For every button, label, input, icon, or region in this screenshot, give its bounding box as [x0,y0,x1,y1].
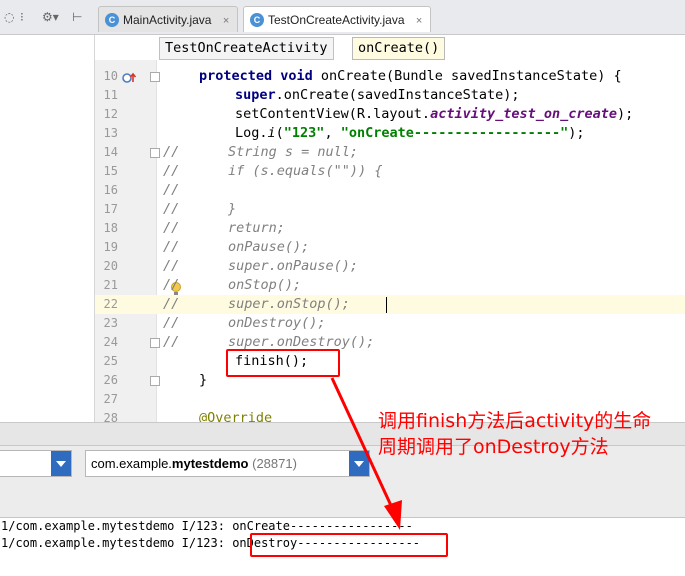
line-number: 23 [103,316,118,330]
close-icon[interactable]: × [223,15,229,27]
line-number: 20 [103,259,118,273]
breadcrumb-class[interactable]: TestOnCreateActivity [159,37,334,60]
override-icon[interactable] [122,72,138,84]
hide-icon[interactable]: ⊢ [72,9,82,25]
text-cursor [386,297,387,313]
annotation-line-1: 调用finish方法后activity的生命 [378,410,652,432]
fold-icon[interactable] [150,148,160,158]
code-line-12: setContentView(R.layout.activity_test_on… [235,106,634,122]
code-line-14: // String s = null; [163,144,359,160]
tab-label: MainActivity.java [123,13,212,27]
line-number: 14 [103,145,118,159]
close-icon[interactable]: × [416,15,422,27]
settings-icon[interactable]: ⚙▾ [42,9,59,25]
line-number: 21 [103,278,118,292]
line-number: 22 [103,297,118,311]
line-number: 27 [103,392,118,406]
line-number: 25 [103,354,118,368]
chevron-down-icon[interactable] [51,451,71,476]
code-line-26: } [199,372,208,388]
code-line-23: // onDestroy(); [163,315,326,331]
code-line-20: // super.onPause(); [163,258,359,274]
code-line-17: // } [163,201,237,217]
line-number: 26 [103,373,118,387]
line-number: 15 [103,164,118,178]
tab-test-on-create-activity[interactable]: C TestOnCreateActivity.java × [243,6,432,32]
chevron-down-icon[interactable] [349,451,369,476]
project-toolbar: ◌ ⁝ ⚙▾ ⊢ [0,0,95,35]
code-line-18: // return; [163,220,285,236]
code-line-19: // onPause(); [163,239,310,255]
tab-label: TestOnCreateActivity.java [268,13,405,27]
finish-highlight-box [226,349,340,377]
code-line-10: protected void onCreate(Bundle savedInst… [199,68,622,84]
class-icon: C [250,13,264,27]
line-number: 18 [103,221,118,235]
process-select[interactable]: com.example.mytestdemo (28871) [85,450,370,477]
sync-icon[interactable]: ◌ [4,9,14,25]
ondestroy-highlight-box [250,533,448,557]
line-number: 11 [103,88,118,102]
line-number: 13 [103,126,118,140]
line-number: 16 [103,183,118,197]
line-number: 24 [103,335,118,349]
code-line-15: // if (s.equals("")) { [163,163,383,179]
line-number: 19 [103,240,118,254]
code-line-22: // super.onStop(); [163,296,350,312]
device-select[interactable] [0,450,72,477]
tab-main-activity[interactable]: C MainActivity.java × [98,6,239,32]
code-line-16: // [163,182,180,198]
line-number: 12 [103,107,118,121]
annotation-line-2: 周期调用了onDestroy方法 [378,436,609,458]
code-line-13: Log.i("123", "onCreate------------------… [235,125,585,141]
collapse-icon[interactable]: ⁝ [20,9,24,25]
project-panel [0,35,95,422]
line-number: 17 [103,202,118,216]
line-number: 10 [103,69,118,83]
code-line-21: // onStop(); [163,277,302,293]
annotation-note: 调用finish方法后activity的生命 周期调用了onDestroy方法 [378,408,683,460]
fold-icon[interactable] [150,376,160,386]
process-pid: (28871) [252,456,297,471]
process-name: mytestdemo [171,456,249,471]
breadcrumb-method[interactable]: onCreate() [352,37,446,60]
code-line-11: super.onCreate(savedInstanceState); [235,87,520,103]
fold-icon[interactable] [150,338,160,348]
logcat-toolbar [0,482,685,518]
class-icon: C [105,13,119,27]
fold-icon[interactable] [150,72,160,82]
process-package: com.example. [91,456,172,471]
